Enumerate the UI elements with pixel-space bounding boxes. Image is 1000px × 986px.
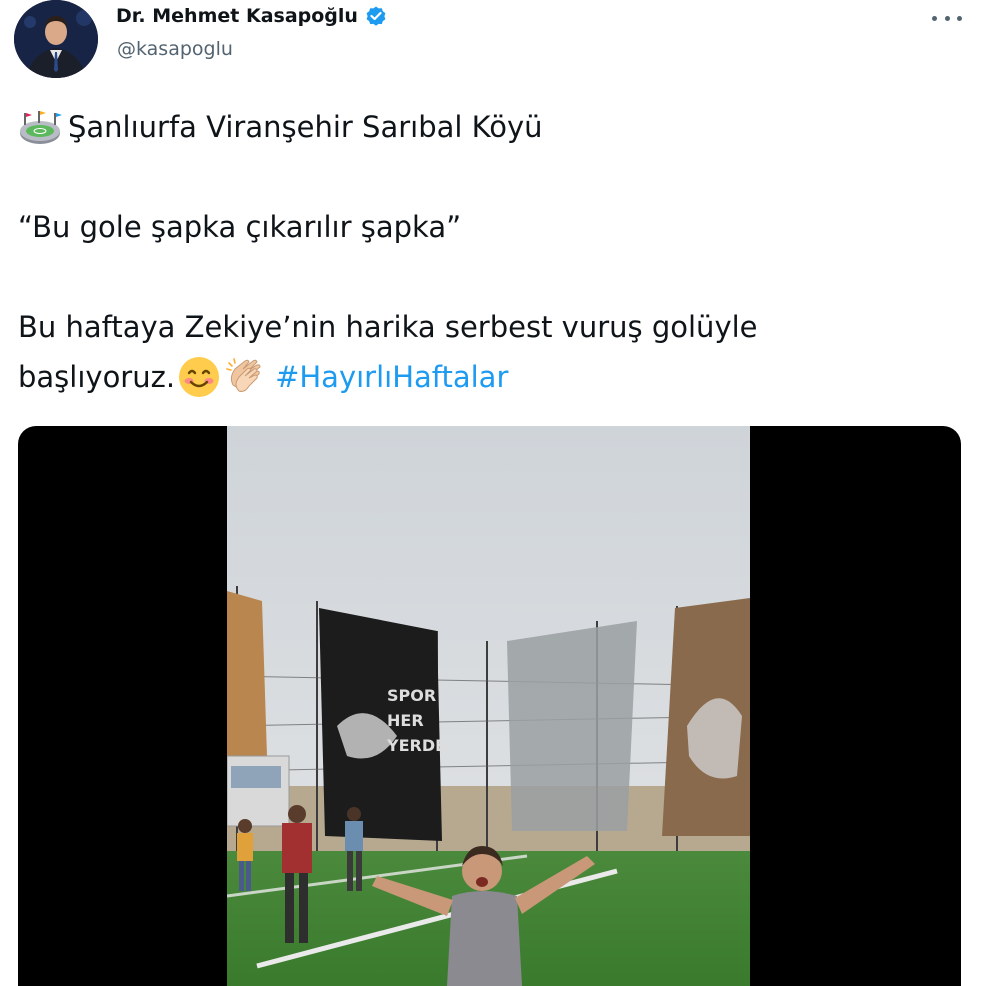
dot-icon bbox=[944, 15, 950, 21]
avatar[interactable] bbox=[14, 0, 98, 78]
clapping-hands-emoji-icon bbox=[226, 358, 261, 392]
tweet-line-1: Şanlıurfa Viranşehir Sarıbal Köyü bbox=[18, 102, 978, 152]
tweet-text: Şanlıurfa Viranşehir Sarıbal Köyü “Bu go… bbox=[18, 102, 978, 402]
video-scene-icon: SPOR HER YERDE bbox=[227, 426, 750, 986]
tweet-line-4-text: başlıyoruz. bbox=[18, 360, 176, 394]
svg-text:SPOR: SPOR bbox=[387, 686, 436, 705]
stadium-emoji-icon bbox=[20, 111, 62, 144]
author-name-row[interactable]: Dr. Mehmet Kasapoğlu bbox=[116, 4, 388, 28]
tweet-video[interactable]: SPOR HER YERDE bbox=[18, 426, 961, 986]
author-handle[interactable]: @kasapoglu bbox=[117, 38, 233, 60]
tweet-line-1-text: Şanlıurfa Viranşehir Sarıbal Köyü bbox=[68, 110, 543, 144]
tweet-line-3-text: Bu haftaya Zekiye’nin harika serbest vur… bbox=[18, 310, 758, 344]
video-thumbnail[interactable]: SPOR HER YERDE bbox=[227, 426, 750, 986]
tweet-line-3: Bu haftaya Zekiye’nin harika serbest vur… bbox=[18, 302, 978, 352]
display-name[interactable]: Dr. Mehmet Kasapoğlu bbox=[116, 5, 358, 27]
more-dots-icon[interactable] bbox=[932, 8, 962, 28]
tweet-line-4: başlıyoruz. #HayırlıHaftalar bbox=[18, 352, 978, 402]
svg-text:HER: HER bbox=[387, 711, 424, 730]
dot-icon bbox=[957, 15, 962, 21]
verified-badge-icon bbox=[366, 6, 386, 26]
hashtag-link[interactable]: #HayırlıHaftalar bbox=[275, 352, 508, 402]
smiling-face-emoji-icon bbox=[179, 357, 220, 397]
profile-photo-icon bbox=[14, 0, 98, 78]
tweet-line-2: “Bu gole şapka çıkarılır şapka” bbox=[18, 202, 978, 252]
tweet-line-2-text: “Bu gole şapka çıkarılır şapka” bbox=[18, 210, 462, 244]
dot-icon bbox=[932, 15, 937, 21]
svg-text:YERDE: YERDE bbox=[386, 736, 446, 755]
